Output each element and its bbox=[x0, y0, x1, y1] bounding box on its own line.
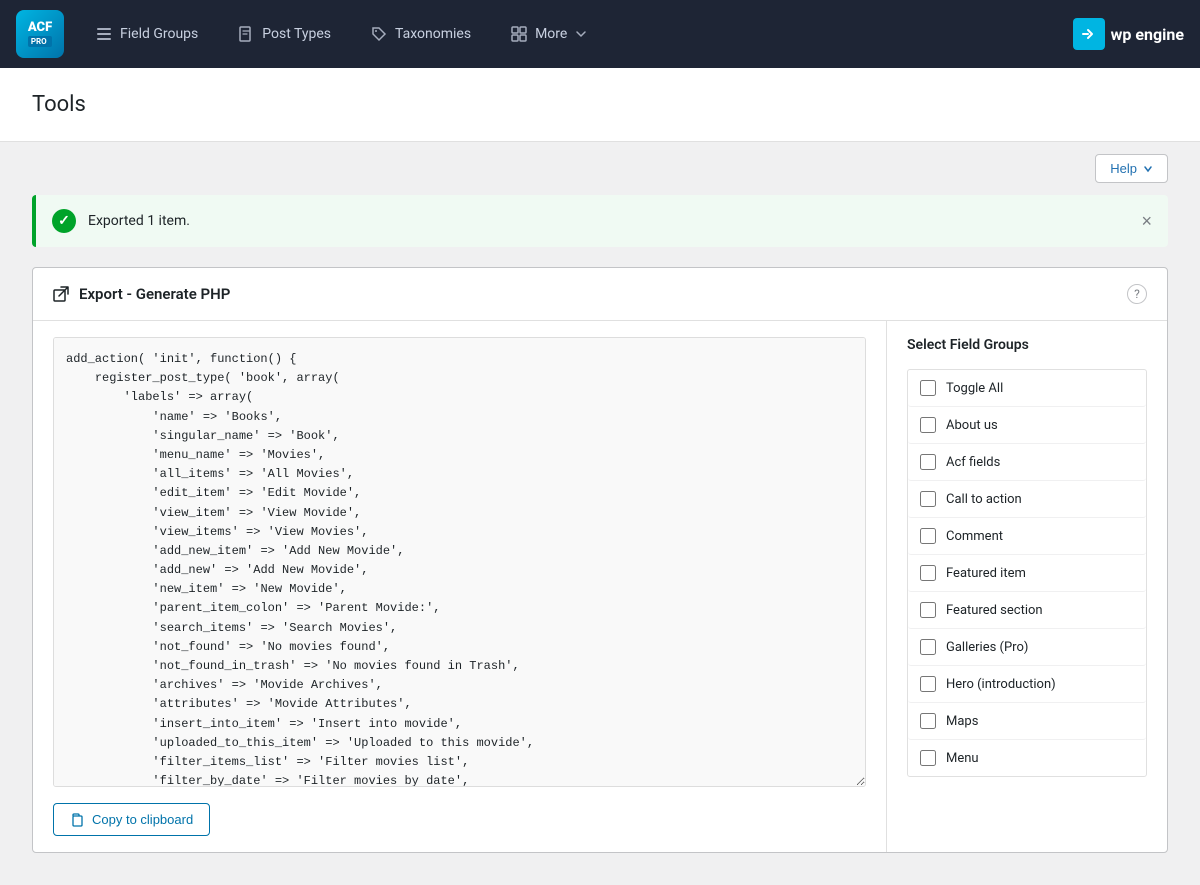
checkbox-label-hero-introduction: Hero (introduction) bbox=[946, 677, 1056, 692]
tag-icon bbox=[371, 26, 387, 42]
field-groups-label: Field Groups bbox=[120, 26, 198, 42]
checkbox-item[interactable]: Comment bbox=[908, 518, 1146, 555]
nav-item-taxonomies[interactable]: Taxonomies bbox=[355, 18, 487, 50]
checkbox-list: Toggle All About us Acf fields Call to acti… bbox=[908, 370, 1146, 776]
checkbox-item[interactable]: Acf fields bbox=[908, 444, 1146, 481]
checkbox-label-toggle-all: Toggle All bbox=[946, 381, 1003, 396]
checkbox-hero-introduction[interactable] bbox=[920, 676, 936, 692]
checkbox-item[interactable]: About us bbox=[908, 407, 1146, 444]
checkbox-item[interactable]: Galleries (Pro) bbox=[908, 629, 1146, 666]
taxonomies-label: Taxonomies bbox=[395, 26, 471, 42]
list-icon bbox=[96, 26, 112, 42]
checkbox-menu[interactable] bbox=[920, 750, 936, 766]
page-title-bar: Tools bbox=[0, 68, 1200, 142]
checkbox-item[interactable]: Hero (introduction) bbox=[908, 666, 1146, 703]
top-navigation: ACF PRO Field Groups Post Types Taxonomi… bbox=[0, 0, 1200, 68]
logo-pro-badge: PRO bbox=[28, 36, 52, 47]
checkbox-comment[interactable] bbox=[920, 528, 936, 544]
nav-item-field-groups[interactable]: Field Groups bbox=[80, 18, 214, 50]
code-area-wrapper: Copy to clipboard bbox=[33, 321, 887, 852]
field-groups-sidebar: Select Field Groups Toggle All About us Ac… bbox=[887, 321, 1167, 852]
export-panel: Export - Generate PHP ? Copy to clipboar… bbox=[32, 267, 1168, 853]
page-title: Tools bbox=[32, 92, 1168, 117]
main-content: ✓ Exported 1 item. × Export - Generate P… bbox=[0, 195, 1200, 885]
checkbox-featured-section[interactable] bbox=[920, 602, 936, 618]
copy-label: Copy to clipboard bbox=[92, 812, 193, 827]
checkbox-toggle-all[interactable] bbox=[920, 380, 936, 396]
checkbox-acf-fields[interactable] bbox=[920, 454, 936, 470]
checkbox-label-call-to-action: Call to action bbox=[946, 492, 1022, 507]
wp-engine-icon bbox=[1073, 18, 1105, 50]
checkbox-label-galleries-pro: Galleries (Pro) bbox=[946, 640, 1028, 655]
export-panel-header: Export - Generate PHP ? bbox=[33, 268, 1167, 321]
checkbox-label-about-us: About us bbox=[946, 418, 998, 433]
help-label: Help bbox=[1110, 161, 1137, 176]
copy-to-clipboard-button[interactable]: Copy to clipboard bbox=[53, 803, 210, 836]
help-bar: Help bbox=[0, 142, 1200, 195]
nav-item-more[interactable]: More bbox=[495, 18, 603, 50]
export-body: Copy to clipboard Select Field Groups To… bbox=[33, 321, 1167, 852]
success-icon: ✓ bbox=[52, 209, 76, 233]
wp-engine-text: wp engine bbox=[1111, 25, 1184, 44]
checkbox-label-maps: Maps bbox=[946, 714, 978, 729]
notice-close-button[interactable]: × bbox=[1141, 212, 1152, 230]
checkbox-label-menu: Menu bbox=[946, 751, 979, 766]
panel-help-button[interactable]: ? bbox=[1127, 284, 1147, 304]
chevron-down-icon bbox=[1143, 164, 1153, 174]
checkbox-label-comment: Comment bbox=[946, 529, 1003, 544]
logo-acf-text: ACF bbox=[28, 21, 52, 35]
checkbox-call-to-action[interactable] bbox=[920, 491, 936, 507]
clipboard-icon bbox=[70, 813, 84, 827]
nav-item-post-types[interactable]: Post Types bbox=[222, 18, 347, 50]
checkbox-item[interactable]: Maps bbox=[908, 703, 1146, 740]
checkbox-item[interactable]: Menu bbox=[908, 740, 1146, 776]
checkbox-about-us[interactable] bbox=[920, 417, 936, 433]
checkbox-item[interactable]: Featured item bbox=[908, 555, 1146, 592]
document-icon bbox=[238, 26, 254, 42]
checkbox-label-acf-fields: Acf fields bbox=[946, 455, 1000, 470]
post-types-label: Post Types bbox=[262, 26, 331, 42]
checkbox-featured-item[interactable] bbox=[920, 565, 936, 581]
help-button[interactable]: Help bbox=[1095, 154, 1168, 183]
success-notice: ✓ Exported 1 item. × bbox=[32, 195, 1168, 247]
checkbox-label-featured-item: Featured item bbox=[946, 566, 1026, 581]
notice-text: Exported 1 item. bbox=[88, 213, 1152, 229]
external-link-icon bbox=[53, 286, 69, 302]
checkbox-item[interactable]: Call to action bbox=[908, 481, 1146, 518]
sidebar-title: Select Field Groups bbox=[907, 337, 1147, 353]
acf-logo[interactable]: ACF PRO bbox=[16, 10, 64, 58]
code-textarea[interactable] bbox=[53, 337, 866, 787]
export-panel-title: Export - Generate PHP bbox=[53, 285, 230, 303]
chevron-down-icon bbox=[575, 28, 587, 40]
checkbox-label-featured-section: Featured section bbox=[946, 603, 1043, 618]
checkbox-maps[interactable] bbox=[920, 713, 936, 729]
checkbox-list-container: Toggle All About us Acf fields Call to acti… bbox=[907, 369, 1147, 777]
wp-engine-logo: wp engine bbox=[1073, 18, 1184, 50]
more-label: More bbox=[535, 26, 567, 42]
checkbox-galleries-pro[interactable] bbox=[920, 639, 936, 655]
export-panel-title-text: Export - Generate PHP bbox=[79, 285, 230, 303]
checkbox-item[interactable]: Toggle All bbox=[908, 370, 1146, 407]
grid-icon bbox=[511, 26, 527, 42]
checkbox-item[interactable]: Featured section bbox=[908, 592, 1146, 629]
